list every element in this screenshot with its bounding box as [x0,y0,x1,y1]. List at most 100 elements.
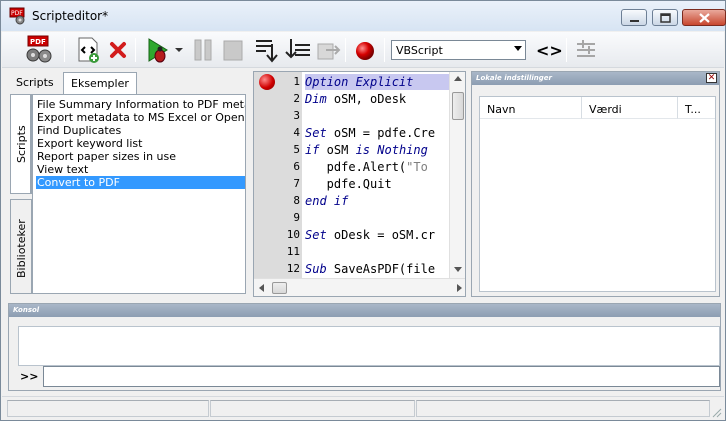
console-panel: Konsol >> [8,303,721,391]
toolbar-separator [64,38,65,62]
panel-title: Lokale indstillinger ✕ [472,72,719,85]
horizontal-scrollbar[interactable] [254,278,465,296]
line-number: 6 [293,160,300,173]
language-select-value: VBScript [396,44,443,57]
toolbar: PDF VBScript <> [2,32,724,68]
language-select[interactable]: VBScript [391,40,526,60]
toolbar-separator [135,38,136,62]
scroll-left-icon[interactable] [259,284,264,292]
run-bug-icon [148,38,168,63]
column-header[interactable]: T... [678,97,715,119]
scroll-right-icon[interactable] [457,284,462,292]
code-line[interactable]: Set oDesk = oSM.cr [305,227,435,243]
tags-button[interactable]: <> [533,35,563,65]
stop-icon [223,40,243,61]
line-number: 11 [286,245,300,258]
vtab-biblioteker[interactable]: Biblioteker [10,199,32,294]
scroll-thumb[interactable] [272,282,287,294]
status-cell [416,400,710,417]
scroll-down-icon[interactable] [454,267,462,272]
scripteditor-window: PDF Scripteditor* PDF VBScript <> Script… [0,0,726,421]
run-button[interactable] [142,35,172,65]
code-line[interactable]: pdfe.Alert("To [305,159,428,175]
window-title: Scripteditor* [32,9,109,23]
line-number: 10 [286,228,300,241]
local-settings-panel: Lokale indstillinger ✕ Navn Værdi T... [471,71,720,297]
line-number: 7 [293,177,300,190]
code-line[interactable]: Option Explicit [305,74,449,90]
toolbar-separator [566,38,567,62]
list-item[interactable]: File Summary Information to PDF metada [36,98,245,111]
pause-button[interactable] [188,35,218,65]
format-icon [577,40,595,57]
maximize-button[interactable] [652,9,678,26]
breakpoint-icon[interactable] [259,74,275,90]
minimize-button[interactable] [621,9,647,26]
step-out-icon [317,43,341,60]
resize-grip-icon[interactable] [710,406,722,418]
step-out-button[interactable] [313,35,343,65]
vertical-scrollbar[interactable] [449,72,465,278]
script-list: File Summary Information to PDF metada E… [32,94,246,294]
code-line[interactable]: pdfe.Quit [305,176,392,192]
status-cell [7,400,209,417]
toolbar-separator [345,38,346,62]
line-number: 1 [293,75,300,88]
scroll-thumb[interactable] [452,92,464,120]
step-into-icon [256,40,278,63]
line-number: 5 [293,143,300,156]
console-output [18,326,720,366]
list-item[interactable]: Export keyword list [36,137,245,150]
code-line[interactable]: end if [305,193,348,209]
breakpoint-icon [356,42,374,60]
app-pdf-icon: PDF [9,7,29,25]
close-button[interactable] [682,9,726,26]
chevron-down-icon [175,48,183,52]
close-icon[interactable]: ✕ [706,73,717,83]
code-line[interactable]: Set oSM = pdfe.Cre [305,125,435,141]
svg-text:PDF: PDF [30,38,46,46]
tab-scripts[interactable]: Scripts [9,72,61,94]
delete-button[interactable] [104,35,134,65]
status-bar [2,396,724,420]
list-item[interactable]: Export metadata to MS Excel or OpenOff [36,111,245,124]
code-line[interactable]: Dim oSM, oDesk [305,91,406,107]
vertical-tabs: Scripts Biblioteker [10,94,32,294]
console-prompt: >> [20,370,39,383]
column-header[interactable]: Værdi [582,97,678,119]
line-number: 8 [293,194,300,207]
run-dropdown-button[interactable] [173,35,185,65]
code-editor[interactable]: 1 Option Explicit 2 Dim oSM, oDesk 3 4 Set oSM… [253,71,466,297]
tab-eksempler[interactable]: Eksempler [63,72,137,94]
format-button[interactable] [573,35,603,65]
step-into-button[interactable] [252,35,282,65]
pdf-gear-icon: PDF [26,35,52,63]
script-tabs: Scripts Eksempler [7,71,247,94]
line-number: 3 [293,109,300,122]
panel-title: Konsol [9,304,720,317]
line-number: 4 [293,126,300,139]
stop-button[interactable] [218,35,248,65]
pdf-gear-button[interactable]: PDF [22,35,52,65]
line-number: 9 [293,211,300,224]
title-bar: PDF Scripteditor* [1,1,726,31]
list-item[interactable]: Report paper sizes in use [36,150,245,163]
list-item[interactable]: View text [36,163,245,176]
tags-label: <> [536,41,563,60]
toolbar-separator [384,38,385,62]
toggle-breakpoint-button[interactable] [351,35,381,65]
column-header[interactable]: Navn [480,97,582,119]
vtab-scripts[interactable]: Scripts [10,94,32,194]
pause-icon [194,39,212,61]
code-line[interactable]: if oSM is Nothing [305,142,428,158]
delete-x-icon [110,42,126,58]
insert-tag-button[interactable] [73,35,103,65]
code-line[interactable]: Sub SaveAsPDF(file [305,261,435,277]
step-over-button[interactable] [283,35,313,65]
line-number: 2 [293,92,300,105]
list-item[interactable]: Find Duplicates [36,124,245,137]
console-input[interactable] [43,366,720,387]
scroll-up-icon[interactable] [454,76,462,81]
insert-tag-icon [78,37,99,63]
list-item[interactable]: Convert to PDF [36,176,245,189]
